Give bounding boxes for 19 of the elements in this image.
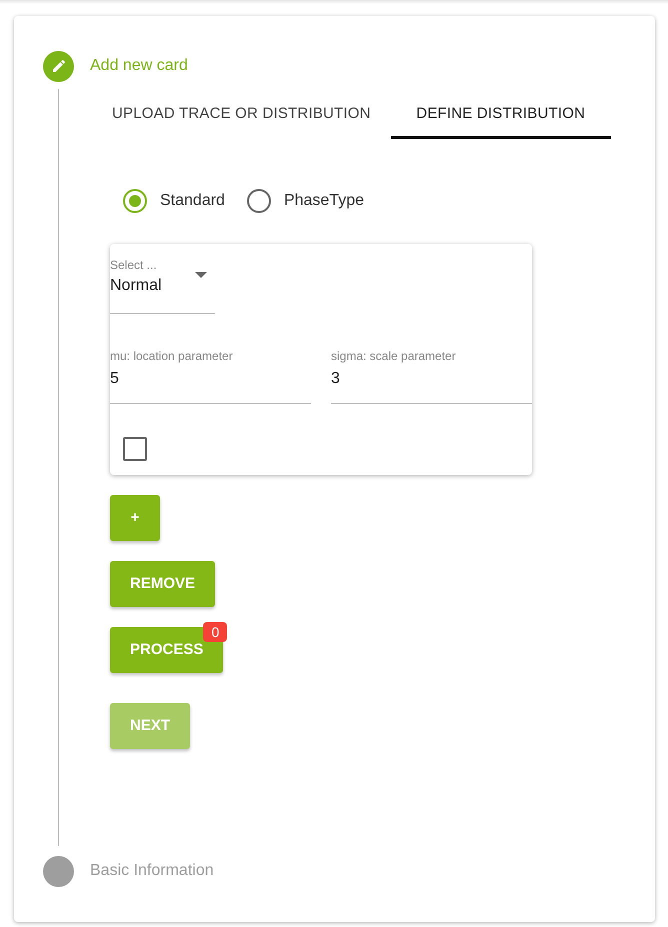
radio-button[interactable]: [246, 189, 271, 213]
field-label: sigma: scale parameter: [331, 348, 457, 365]
action-button: NEXT: [110, 703, 190, 749]
select-label: Select ...: [110, 258, 158, 272]
select-value: Normal: [110, 276, 162, 296]
count-badge: 0: [203, 622, 228, 642]
parameter-field[interactable]: sigma: scale parameter 3: [331, 344, 532, 404]
parameter-field[interactable]: mu: location parameter 5: [110, 344, 311, 404]
field-value: 3: [331, 369, 341, 389]
radio-label: Standard: [160, 191, 225, 211]
checkbox[interactable]: [123, 437, 147, 461]
tab[interactable]: UPLOAD TRACE OR DISTRIBUTION: [92, 91, 391, 139]
dropdown-caret-icon: [195, 272, 207, 278]
distribution-select[interactable]: Select ... Normal: [110, 244, 215, 314]
radio-button[interactable]: [123, 189, 147, 213]
field-value: 5: [110, 369, 120, 389]
radio-label: PhaseType: [284, 191, 364, 211]
tab[interactable]: DEFINE DISTRIBUTION: [390, 91, 611, 139]
field-label: mu: location parameter: [110, 348, 234, 365]
